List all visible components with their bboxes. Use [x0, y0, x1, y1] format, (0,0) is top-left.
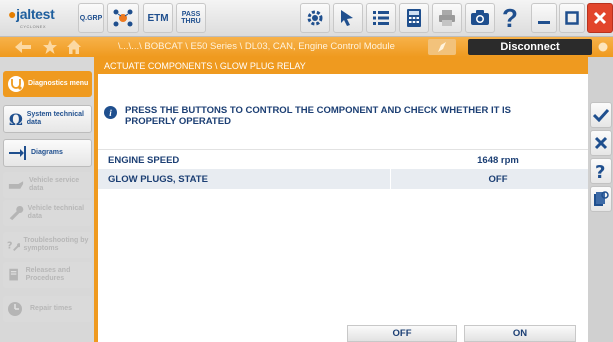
- screenshot-button[interactable]: [465, 3, 495, 33]
- quick-group-button[interactable]: Q.GRP: [78, 3, 104, 33]
- minimize-icon: [538, 21, 550, 24]
- off-button[interactable]: OFF: [347, 325, 457, 342]
- print-button[interactable]: [432, 3, 462, 33]
- on-button[interactable]: ON: [464, 325, 576, 342]
- sidebar-item-repair-times[interactable]: Repair times: [3, 296, 92, 322]
- sidebar-item-label: Diagrams: [31, 149, 63, 156]
- camera-icon: [471, 10, 489, 25]
- disconnect-button[interactable]: Disconnect: [468, 39, 592, 55]
- list-icon: [373, 11, 389, 25]
- logo-text: ●jaltest: [8, 6, 55, 22]
- wrench-icon: [9, 205, 24, 221]
- omega-icon: Ω: [9, 110, 23, 128]
- home-button[interactable]: [66, 40, 82, 54]
- favorites-button[interactable]: [42, 40, 58, 54]
- table-row: GLOW PLUGS, STATE OFF: [98, 169, 588, 189]
- question-wrench-icon: ?: [7, 240, 21, 251]
- question-mark-icon: ?: [595, 162, 605, 180]
- cross-icon: [594, 136, 608, 150]
- pass-thru-label-1: PASS: [181, 11, 201, 18]
- svg-text:?: ?: [7, 240, 12, 251]
- help-icon: ?: [502, 2, 518, 33]
- checkmark-icon: [593, 108, 609, 122]
- minimize-button[interactable]: [531, 3, 557, 33]
- oil-can-icon: [8, 181, 24, 189]
- diagnosis-button[interactable]: [333, 3, 363, 33]
- help-button[interactable]: ?: [498, 3, 522, 33]
- clock-tools-icon: [8, 302, 22, 316]
- printer-icon: [439, 10, 455, 26]
- app-logo: ●jaltest CYCLONEX: [8, 6, 72, 30]
- sidebar-item-vehicle-service-data[interactable]: Vehicle service data: [3, 172, 92, 198]
- stethoscope-icon: [8, 76, 24, 92]
- star-icon: [43, 40, 57, 54]
- status-indicator: [597, 40, 609, 54]
- sidebar-item-label: Repair times: [30, 305, 73, 312]
- molecule-button[interactable]: [107, 3, 139, 33]
- section-header: ACTUATE COMPONENTS \ GLOW PLUG RELAY: [98, 57, 588, 74]
- sidebar-item-vehicle-technical-data[interactable]: Vehicle technical data: [3, 200, 92, 226]
- etm-label: ETM: [147, 12, 169, 24]
- back-button[interactable]: [14, 40, 32, 54]
- confirm-button[interactable]: [590, 102, 612, 128]
- sidebar-item-label: Troubleshooting by symptoms: [23, 237, 89, 252]
- quick-group-label: Q.GRP: [79, 14, 103, 22]
- svg-text:Ω: Ω: [9, 110, 23, 128]
- pass-thru-button[interactable]: PASS THRU: [176, 3, 206, 33]
- cursor-gauge-icon: [341, 10, 353, 26]
- status-dot-icon: [598, 42, 608, 52]
- bluetooth-button[interactable]: [428, 39, 456, 55]
- documentation-button[interactable]: [590, 186, 612, 212]
- sidebar-item-releases-and-procedures[interactable]: Releases and Procedures: [3, 262, 92, 288]
- info-icon: i: [104, 106, 117, 119]
- maximize-icon: [565, 11, 579, 25]
- settings-button[interactable]: [300, 3, 330, 33]
- maximize-button[interactable]: [559, 3, 585, 33]
- svg-text:?: ?: [595, 162, 605, 180]
- sidebar-item-label: Vehicle technical data: [27, 205, 85, 220]
- top-toolbar: ●jaltest CYCLONEX Q.GRP ETM PASS THRU ?: [0, 0, 613, 37]
- instruction-text: PRESS THE BUTTONS TO CONTROL THE COMPONE…: [125, 105, 511, 127]
- molecule-icon: [113, 9, 133, 27]
- close-button[interactable]: [587, 3, 613, 33]
- gear-icon: [307, 10, 323, 26]
- etm-button[interactable]: ETM: [143, 3, 173, 33]
- diagram-icon: [9, 146, 26, 160]
- calculator-button[interactable]: [399, 3, 429, 33]
- parameter-name: GLOW PLUGS, STATE: [108, 174, 208, 185]
- pass-thru-label-2: THRU: [181, 18, 201, 25]
- sidebar-item-diagrams[interactable]: Diagrams: [3, 139, 92, 167]
- sidebar-item-label: System technical data: [26, 111, 84, 126]
- connection-icon: [438, 42, 446, 52]
- table-row: ENGINE SPEED 1648 rpm: [98, 149, 588, 169]
- breadcrumb-path: \...\...\ BOBCAT \ E50 Series \ DL03, CA…: [118, 41, 395, 52]
- breadcrumb-bar: \...\...\ BOBCAT \ E50 Series \ DL03, CA…: [0, 37, 613, 57]
- sidebar-item-label: Releases and Procedures: [25, 267, 71, 282]
- parameter-value: 1648 rpm: [477, 155, 519, 166]
- column-divider: [390, 169, 391, 189]
- close-icon: [593, 11, 607, 25]
- sidebar-item-label: Diagnostics menu: [28, 80, 89, 87]
- sidebar-item-system-technical-data[interactable]: Ω System technical data: [3, 105, 92, 133]
- main-panel: ACTUATE COMPONENTS \ GLOW PLUG RELAY i P…: [98, 57, 588, 342]
- list-button[interactable]: [366, 3, 396, 33]
- back-arrow-icon: [15, 41, 31, 53]
- calculator-icon: [407, 9, 421, 27]
- parameter-name: ENGINE SPEED: [108, 155, 180, 166]
- parameter-value: OFF: [488, 174, 508, 185]
- home-icon: [67, 40, 81, 54]
- help-rail-button[interactable]: ?: [590, 158, 612, 184]
- cancel-button[interactable]: [590, 130, 612, 156]
- sidebar-item-troubleshooting-by-symptoms[interactable]: ? Troubleshooting by symptoms: [3, 232, 92, 258]
- document-icon: [9, 268, 18, 281]
- logo-subtext: CYCLONEX: [20, 24, 47, 29]
- sidebar-item-label: Vehicle service data: [28, 177, 80, 192]
- document-search-icon: [594, 191, 609, 206]
- sidebar-item-diagnostics-menu[interactable]: Diagnostics menu: [3, 71, 92, 97]
